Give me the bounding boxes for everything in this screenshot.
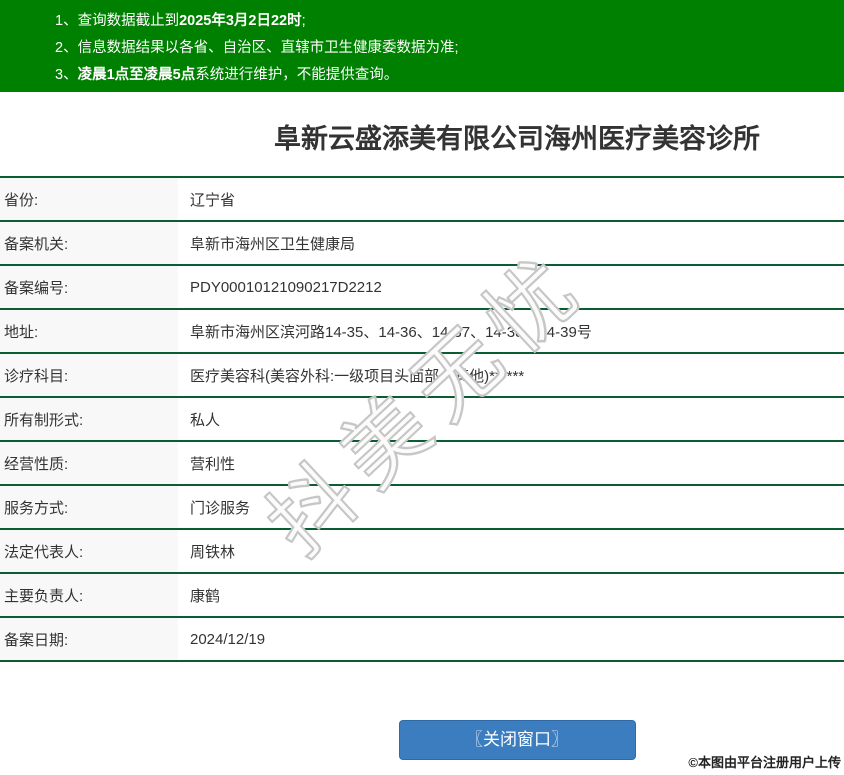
attribution-text: ©本图由平台注册用户上传 [688,755,841,770]
table-row: 经营性质: 营利性 [0,440,844,486]
page-title: 阜新云盛添美有限公司海州医疗美容诊所 [274,124,760,154]
table-row: 诊疗科目: 医疗美容科(美容外科:一级项目头面部、其他)****** [0,352,844,398]
notice-line-1: 1、查询数据截止到2025年3月2日22时; [55,8,844,35]
page-content: 1、查询数据截止到2025年3月2日22时; 2、信息数据结果以各省、自治区、直… [0,0,844,760]
notice-1-text: 1、查询数据截止到 [55,13,180,29]
row-label: 备案编号: [0,264,178,310]
table-row: 地址: 阜新市海州区滨河路14-35、14-36、14-37、14-38、14-… [0,308,844,354]
row-label: 所有制形式: [0,396,178,442]
table-row: 省份: 辽宁省 [0,176,844,222]
row-label: 省份: [0,176,178,222]
row-value: 门诊服务 [178,484,844,530]
notice-line-3: 3、凌晨1点至凌晨5点系统进行维护，不能提供查询。 [55,62,844,89]
row-value: 周铁林 [178,528,844,574]
row-value: 康鹤 [178,572,844,618]
table-row: 服务方式: 门诊服务 [0,484,844,530]
notice-bar: 1、查询数据截止到2025年3月2日22时; 2、信息数据结果以各省、自治区、直… [0,0,844,92]
notice-3-bold: 凌晨1点至凌晨5点 [77,67,196,83]
facility-detail-table: 省份: 辽宁省 备案机关: 阜新市海州区卫生健康局 备案编号: PDY00010… [0,176,844,662]
row-value: 医疗美容科(美容外科:一级项目头面部、其他)****** [178,352,844,398]
row-value: PDY00010121090217D2212 [178,264,844,310]
page-viewport: 1、查询数据截止到2025年3月2日22时; 2、信息数据结果以各省、自治区、直… [0,0,844,775]
notice-1-suffix: ; [301,13,306,29]
table-row: 备案编号: PDY00010121090217D2212 [0,264,844,310]
notice-1-bold: 2025年3月2日22时 [179,13,302,29]
notice-3-text: 3、 [55,67,78,83]
table-row: 主要负责人: 康鹤 [0,572,844,618]
notice-line-2: 2、信息数据结果以各省、自治区、直辖市卫生健康委数据为准; [55,35,844,62]
row-value: 营利性 [178,440,844,486]
row-label: 服务方式: [0,484,178,530]
notice-3-suffix: 系统进行维护，不能提供查询。 [195,67,399,83]
row-value: 2024/12/19 [178,616,844,662]
row-label: 备案机关: [0,220,178,266]
row-label: 法定代表人: [0,528,178,574]
row-label: 经营性质: [0,440,178,486]
table-row: 备案机关: 阜新市海州区卫生健康局 [0,220,844,266]
table-row: 备案日期: 2024/12/19 [0,616,844,662]
row-label: 备案日期: [0,616,178,662]
row-value: 私人 [178,396,844,442]
row-label: 地址: [0,308,178,354]
close-window-button[interactable]: 〖关闭窗口〗 [398,720,636,760]
row-label: 主要负责人: [0,572,178,618]
row-value: 辽宁省 [178,176,844,222]
row-value: 阜新市海州区卫生健康局 [178,220,844,266]
row-label: 诊疗科目: [0,352,178,398]
table-row: 所有制形式: 私人 [0,396,844,442]
table-row: 法定代表人: 周铁林 [0,528,844,574]
row-value: 阜新市海州区滨河路14-35、14-36、14-37、14-38、14-39号 [178,308,844,354]
notice-2-text: 2、信息数据结果以各省、自治区、直辖市卫生健康委数据为准; [55,40,459,56]
